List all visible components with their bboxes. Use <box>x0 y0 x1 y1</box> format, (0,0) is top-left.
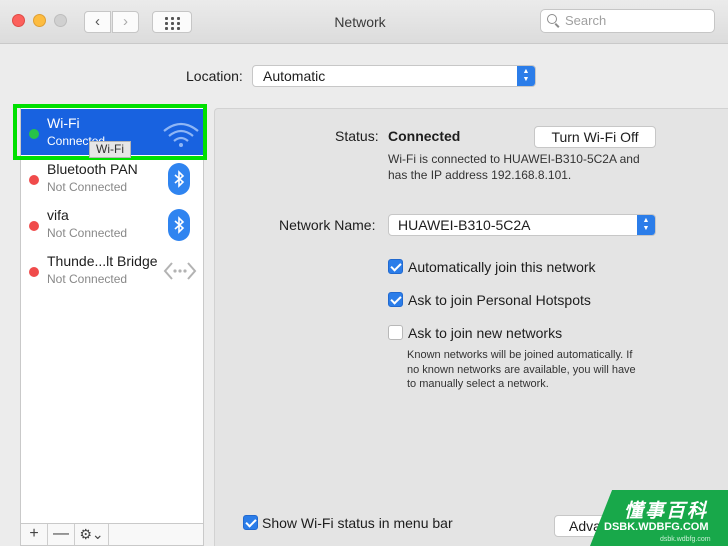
network-name-select[interactable]: HUAWEI-B310-5C2A ▲ ▼ <box>388 214 656 236</box>
status-description-line: has the IP address 192.168.8.101. <box>388 167 572 182</box>
status-dot <box>29 221 39 231</box>
minus-icon: — <box>53 525 69 542</box>
service-item-vifa[interactable]: vifa Not Connected <box>21 201 203 247</box>
status-description: Wi-Fi is connected to HUAWEI-B310-5C2A a… <box>388 152 640 183</box>
ask-new-networks-label: Ask to join new networks <box>408 325 563 341</box>
service-status: Not Connected <box>47 180 128 194</box>
status-dot <box>29 267 39 277</box>
select-stepper-icon: ▲ ▼ <box>517 66 535 86</box>
network-name-label: Network Name: <box>279 217 376 233</box>
status-label: Status: <box>335 128 379 144</box>
location-label: Location: <box>186 68 243 84</box>
network-name-value: HUAWEI-B310-5C2A <box>398 217 531 233</box>
service-name: Thunde...lt Bridge <box>47 253 158 269</box>
turn-wifi-off-button[interactable]: Turn Wi-Fi Off <box>534 126 656 148</box>
status-description-line: Wi-Fi is connected to HUAWEI-B310-5C2A a… <box>388 152 640 166</box>
location-select[interactable]: Automatic ▲ ▼ <box>252 65 536 87</box>
service-list: Wi-Fi Connected Bluetooth PAN Not Connec… <box>20 104 204 524</box>
minimize-window-button[interactable] <box>33 14 46 27</box>
gear-icon: ⚙⌄ <box>79 526 104 542</box>
note-line: no known networks are available, you wil… <box>407 363 636 376</box>
chevron-left-icon: ‹ <box>95 13 100 30</box>
status-value: Connected <box>388 128 461 144</box>
chevron-right-icon: › <box>123 13 128 30</box>
ask-new-networks-checkbox[interactable] <box>388 325 403 340</box>
window-title: Network <box>334 14 386 30</box>
known-networks-note: Known networks will be joined automatica… <box>407 348 636 392</box>
show-wifi-status-checkbox[interactable] <box>243 515 258 530</box>
bluetooth-icon <box>168 209 190 241</box>
service-item-thunderbolt-bridge[interactable]: Thunde...lt Bridge Not Connected <box>21 247 203 293</box>
service-name: Bluetooth PAN <box>47 161 138 177</box>
search-icon <box>547 14 557 24</box>
service-item-bluetooth-pan[interactable]: Bluetooth PAN Not Connected <box>21 155 203 201</box>
actions-menu-button[interactable]: ⚙⌄ <box>75 524 109 545</box>
close-window-button[interactable] <box>12 14 25 27</box>
watermark-site-text: DSBK.WDBFG.COM <box>604 521 709 533</box>
zoom-window-button[interactable] <box>54 14 67 27</box>
service-status: Not Connected <box>47 226 128 240</box>
note-line: Known networks will be joined automatica… <box>407 349 633 361</box>
status-dot <box>29 175 39 185</box>
service-status: Not Connected <box>47 272 128 286</box>
note-line: to manually select a network. <box>407 378 549 390</box>
title-bar: ‹ › Network Search <box>0 0 728 44</box>
forward-button[interactable]: › <box>112 11 139 33</box>
show-all-button[interactable] <box>152 11 192 33</box>
add-service-button[interactable]: + <box>21 524 48 545</box>
watermark-logo: 懂事百科 DSBK.WDBFG.COM dsbk.wdbfg.com <box>590 490 728 546</box>
watermark-chinese-text: 懂事百科 <box>624 501 709 522</box>
show-wifi-status-label: Show Wi-Fi status in menu bar <box>262 515 453 531</box>
remove-service-button[interactable]: — <box>48 524 75 545</box>
service-name: vifa <box>47 207 69 223</box>
auto-join-label: Automatically join this network <box>408 259 596 275</box>
watermark-tiny-text: dsbk.wdbfg.com <box>660 536 711 543</box>
thunderbolt-bridge-icon <box>163 262 197 280</box>
location-value: Automatic <box>263 68 326 84</box>
personal-hotspots-label: Ask to join Personal Hotspots <box>408 292 591 308</box>
back-button[interactable]: ‹ <box>84 11 111 33</box>
service-list-toolbar: + — ⚙⌄ <box>20 524 204 546</box>
personal-hotspots-checkbox[interactable] <box>388 292 403 307</box>
select-stepper-icon: ▲ ▼ <box>637 215 655 235</box>
auto-join-checkbox[interactable] <box>388 259 403 274</box>
search-input[interactable]: Search <box>540 9 715 33</box>
tooltip: Wi-Fi <box>89 141 131 158</box>
bluetooth-icon <box>168 163 190 195</box>
plus-icon: + <box>29 525 39 542</box>
